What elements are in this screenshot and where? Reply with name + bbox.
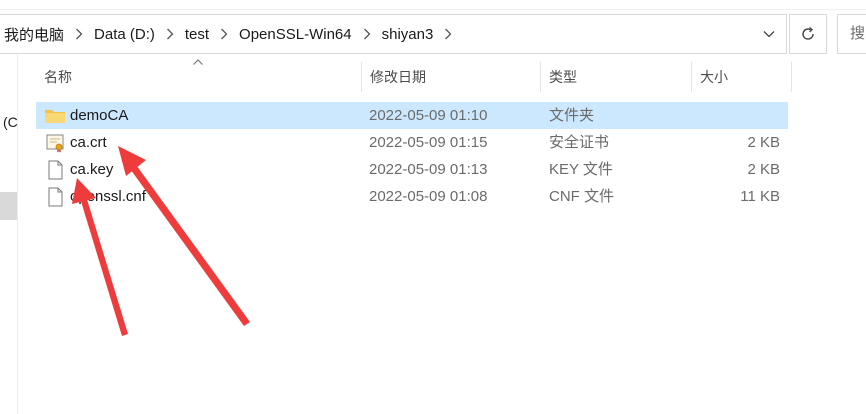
breadcrumb-item-openssl[interactable]: OpenSSL-Win64 xyxy=(235,15,356,53)
chevron-right-icon[interactable] xyxy=(68,15,90,53)
file-type: CNF 文件 xyxy=(549,188,614,205)
file-type: 文件夹 xyxy=(549,107,595,124)
column-divider[interactable] xyxy=(791,62,792,92)
chevron-right-icon[interactable] xyxy=(437,15,459,53)
chevron-right-icon[interactable] xyxy=(213,15,235,53)
navigation-pane[interactable] xyxy=(0,54,18,414)
column-header-label: 大小 xyxy=(700,69,728,85)
breadcrumb-item-test[interactable]: test xyxy=(181,15,213,53)
title-strip xyxy=(0,0,866,10)
file-row[interactable]: demoCA 2022-05-09 01:10 文件夹 xyxy=(36,102,788,129)
file-date: 2022-05-09 01:10 xyxy=(369,107,488,124)
file-size: 2 KB xyxy=(747,161,780,178)
file-name[interactable]: ca.crt xyxy=(70,129,107,156)
breadcrumb-label[interactable]: OpenSSL-Win64 xyxy=(235,26,356,43)
column-header-date[interactable]: 修改日期 xyxy=(362,62,540,92)
file-size: 2 KB xyxy=(747,134,780,151)
chevron-right-icon[interactable] xyxy=(159,15,181,53)
column-header-label: 修改日期 xyxy=(370,69,426,85)
file-name[interactable]: openssl.cnf xyxy=(70,183,146,210)
column-header-label: 类型 xyxy=(549,69,577,85)
chevron-down-icon xyxy=(763,31,775,38)
file-size: 11 KB xyxy=(740,188,780,205)
chevron-right-icon[interactable] xyxy=(356,15,378,53)
file-type: 安全证书 xyxy=(549,134,610,151)
search-placeholder: 搜 xyxy=(850,25,866,42)
file-date: 2022-05-09 01:15 xyxy=(369,134,488,151)
refresh-icon xyxy=(802,26,814,40)
refresh-button[interactable] xyxy=(789,14,827,54)
file-name[interactable]: ca.key xyxy=(70,156,113,183)
file-row[interactable]: openssl.cnf 2022-05-09 01:08 CNF 文件 11 K… xyxy=(36,183,788,210)
breadcrumb-label[interactable]: Data (D:) xyxy=(90,26,159,43)
breadcrumb-item-computer[interactable]: 我的电脑 xyxy=(0,15,68,53)
breadcrumb-label[interactable]: shiyan3 xyxy=(378,26,438,43)
certificate-icon xyxy=(46,134,64,153)
address-bar[interactable]: 我的电脑 Data (D:) test OpenSSL-Win64 shiyan… xyxy=(0,14,787,54)
nav-item-drive-c[interactable]: (C xyxy=(3,114,18,130)
breadcrumb-label[interactable]: test xyxy=(181,26,213,43)
file-icon xyxy=(48,160,63,180)
file-icon xyxy=(48,187,63,207)
file-type: KEY 文件 xyxy=(549,161,613,178)
file-row[interactable]: ca.key 2022-05-09 01:13 KEY 文件 2 KB xyxy=(36,156,788,183)
file-date: 2022-05-09 01:08 xyxy=(369,188,488,205)
breadcrumb-item-shiyan3[interactable]: shiyan3 xyxy=(378,15,438,53)
address-history-dropdown[interactable] xyxy=(752,15,786,53)
breadcrumb-item-drive[interactable]: Data (D:) xyxy=(90,15,159,53)
column-header-size[interactable]: 大小 xyxy=(692,62,788,92)
search-input[interactable]: 搜 xyxy=(837,14,866,54)
folder-icon xyxy=(45,110,65,123)
file-name[interactable]: demoCA xyxy=(70,102,128,129)
column-header-name[interactable]: 名称 xyxy=(36,62,362,92)
file-date: 2022-05-09 01:13 xyxy=(369,161,488,178)
file-row[interactable]: ca.crt 2022-05-09 01:15 安全证书 2 KB xyxy=(36,129,788,156)
column-header-label: 名称 xyxy=(44,69,72,85)
column-header-type[interactable]: 类型 xyxy=(541,62,691,92)
breadcrumb-label[interactable]: 我的电脑 xyxy=(0,24,68,45)
nav-item-selected[interactable] xyxy=(0,192,17,220)
